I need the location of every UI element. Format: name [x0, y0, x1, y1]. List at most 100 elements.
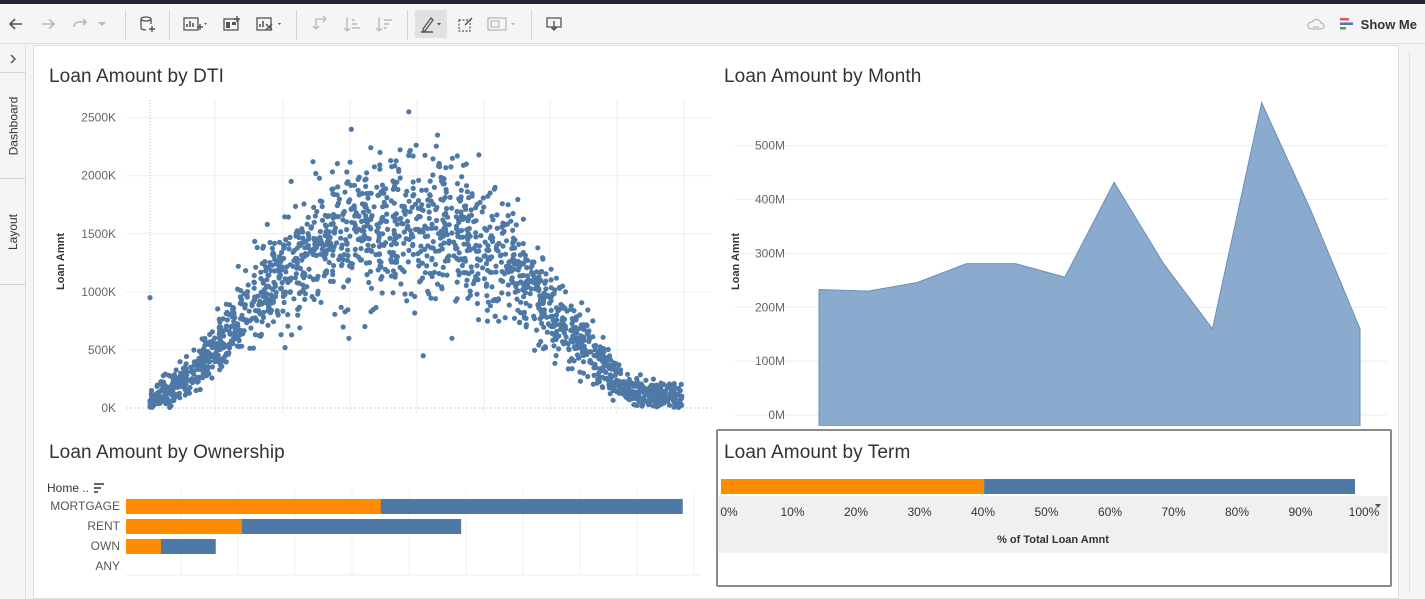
- scatter-point: [431, 184, 437, 190]
- scatter-point: [396, 166, 402, 172]
- scatter-point: [523, 324, 529, 330]
- scatter-point: [209, 364, 215, 370]
- scatter-point: [410, 243, 416, 249]
- scatter-point: [293, 271, 299, 277]
- scatter-point: [190, 376, 197, 382]
- sidebar-expand-button[interactable]: [0, 45, 26, 73]
- scatter-point: [264, 291, 270, 297]
- month-chart-title: Loan Amount by Month: [724, 66, 922, 87]
- scatter-point: [446, 238, 452, 244]
- cloud-icon[interactable]: [1302, 10, 1330, 38]
- scatter-point: [295, 264, 301, 270]
- scatter-point: [536, 342, 542, 348]
- scatter-point: [477, 243, 483, 249]
- annotate-icon[interactable]: [452, 10, 480, 38]
- scatter-point: [293, 255, 299, 261]
- forward-arrow-icon[interactable]: [34, 10, 62, 38]
- scatter-point: [256, 333, 262, 339]
- scatter-point: [271, 279, 277, 285]
- sort-descending-icon[interactable]: [370, 10, 398, 38]
- scatter-point: [548, 277, 554, 283]
- scatter-point: [440, 181, 446, 187]
- scatter-point: [547, 323, 553, 329]
- clear-sheet-icon[interactable]: [253, 10, 285, 38]
- month-area-chart[interactable]: 0M 100M 200M 300M 400M 500M 600M: [735, 96, 1390, 426]
- chevron-right-icon: [10, 53, 17, 64]
- scatter-point: [503, 238, 510, 244]
- sort-icon[interactable]: [93, 483, 105, 493]
- scatter-point: [355, 187, 361, 193]
- scatter-point: [505, 202, 511, 208]
- scatter-point: [201, 337, 207, 343]
- back-arrow-icon[interactable]: [2, 10, 30, 38]
- scatter-point: [358, 257, 365, 263]
- scatter-point: [344, 241, 350, 247]
- scatter-point: [374, 222, 380, 228]
- term-bar-chart[interactable]: 0% 10% 20% 30% 40% 50% 60% 70% 80% 90% 100% % of To…: [718, 470, 1390, 555]
- scatter-point: [473, 230, 479, 236]
- left-sidebar: Dashboard Layout: [0, 45, 26, 599]
- scatter-point: [637, 372, 644, 378]
- new-worksheet-icon[interactable]: [180, 10, 210, 38]
- scatter-point: [276, 269, 282, 275]
- scatter-point: [376, 235, 382, 241]
- scatter-point: [324, 239, 330, 245]
- dti-scatter-chart[interactable]: 0K 500K 1000K 1500K 2000K 2500K: [70, 96, 715, 426]
- ownership-column-header[interactable]: Home ..: [47, 481, 105, 495]
- scatter-point: [419, 202, 425, 208]
- scatter-point: [284, 264, 290, 270]
- scatter-point: [459, 262, 465, 269]
- scatter-point: [492, 313, 498, 319]
- scatter-point: [249, 303, 255, 309]
- scatter-point: [568, 303, 574, 309]
- scatter-point: [494, 212, 500, 218]
- scatter-point: [278, 332, 284, 338]
- scatter-point: [416, 213, 422, 220]
- scatter-point: [287, 234, 293, 240]
- scatter-point: [404, 298, 410, 304]
- scatter-point: [430, 239, 436, 245]
- scatter-point: [616, 378, 623, 384]
- scatter-point: [466, 271, 472, 277]
- scatter-point: [311, 219, 317, 225]
- scatter-point: [407, 147, 413, 154]
- scatter-point: [250, 345, 256, 351]
- scatter-point: [330, 211, 337, 218]
- scatter-point: [474, 256, 481, 262]
- scatter-point: [195, 357, 201, 364]
- present-icon[interactable]: [540, 10, 568, 38]
- scatter-point: [377, 149, 383, 156]
- tab-dashboard[interactable]: Dashboard: [0, 73, 26, 179]
- scatter-point: [156, 389, 162, 395]
- scatter-point: [349, 264, 355, 271]
- scatter-point: [410, 153, 416, 159]
- scatter-point: [230, 311, 236, 317]
- fit-icon[interactable]: [484, 10, 520, 38]
- right-scrollbar[interactable]: [1401, 45, 1425, 599]
- scatter-point: [207, 331, 213, 338]
- sort-ascending-icon[interactable]: [338, 10, 366, 38]
- scatter-point: [664, 384, 670, 391]
- scatter-point: [607, 357, 614, 363]
- swap-axes-icon[interactable]: [307, 10, 335, 38]
- scatter-point: [375, 267, 381, 273]
- scatter-point: [430, 172, 436, 178]
- redo-icon[interactable]: [66, 10, 94, 38]
- scatter-point: [365, 242, 371, 248]
- scatter-point: [364, 191, 370, 197]
- ownership-bar-chart[interactable]: MORTGAGE RENT OWN ANY: [40, 476, 715, 584]
- highlight-icon[interactable]: [415, 10, 447, 38]
- new-datasource-icon[interactable]: [133, 10, 161, 38]
- scatter-point: [351, 226, 358, 232]
- scatter-point: [388, 198, 394, 204]
- scatter-point: [453, 214, 459, 220]
- scatter-point: [351, 203, 357, 209]
- new-dashboard-icon[interactable]: [218, 10, 246, 38]
- scatter-point: [436, 270, 442, 277]
- dropdown-icon[interactable]: [92, 10, 112, 38]
- tab-layout[interactable]: Layout: [0, 179, 26, 285]
- scatter-point: [515, 196, 521, 203]
- scatter-point: [349, 219, 355, 225]
- scatter-point: [411, 192, 417, 198]
- show-me-button[interactable]: Show Me: [1339, 10, 1417, 38]
